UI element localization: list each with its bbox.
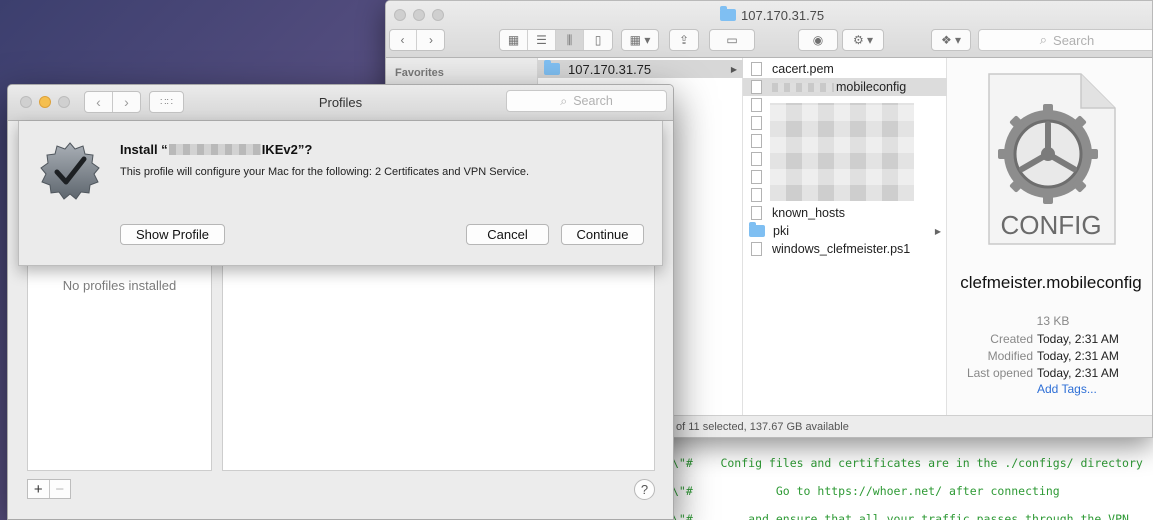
redacted-filenames [770,103,914,201]
sheet-title-prefix: Install “ [120,142,168,157]
column-item-label: 107.170.31.75 [568,61,652,77]
cancel-button[interactable]: Cancel [466,224,549,245]
search-placeholder: Search [1053,32,1095,48]
back-icon[interactable]: ‹ [389,30,417,50]
disclosure-arrow-icon: ▶ [730,64,737,74]
document-icon [751,98,762,112]
meta-created-label: Created [990,332,1033,346]
redacted-text [772,82,834,92]
disclosure-arrow-icon: ▶ [934,226,941,236]
help-button[interactable]: ? [634,479,655,500]
window-title: 107.170.31.75 [720,6,824,24]
document-icon [751,116,762,130]
search-placeholder: Search [573,94,613,108]
share-button[interactable]: ⇪ [669,29,699,51]
file-item[interactable]: known_hosts [743,204,947,222]
empty-state-text: No profiles installed [62,278,177,293]
file-item-selected[interactable]: mobileconfig [743,78,947,96]
preview-size: 13 KB [1036,314,1070,328]
file-name: pki [773,224,789,238]
search-icon: ⌕ [560,93,568,108]
folder-icon [749,222,765,237]
file-name: mobileconfig [836,80,907,94]
finder-toolbar: 107.170.31.75 ‹ › ▦ ☰ ⫼ ▯ ▦ ▾ ⇪ ▭ ◉ ⚙ ▾ … [386,1,1152,58]
config-file-icon [751,80,762,94]
document-icon [751,152,762,166]
folder-item[interactable]: pki ▶ [743,222,947,240]
file-name: known_hosts [772,206,845,220]
arrange-icon: ▦ ▾ [629,33,651,47]
add-tags-link[interactable]: Add Tags... [1037,382,1097,396]
file-item[interactable]: cacert.pem [743,60,947,78]
redacted-text [168,144,261,155]
document-icon [751,134,762,148]
search-icon: ⌕ [1039,32,1048,47]
file-item[interactable]: windows_clefmeister.ps1 [743,240,947,258]
profiles-titlebar: ‹ › ∷∷ Profiles ⌕ Search [8,85,673,121]
forward-icon[interactable]: › [417,30,445,50]
zoom-button[interactable] [432,9,444,21]
profiles-list[interactable]: No profiles installed [27,261,212,471]
dropbox-button[interactable]: ❖ ▾ [931,29,971,51]
document-icon [751,62,762,76]
close-button[interactable] [394,9,406,21]
view-mode-control[interactable]: ▦ ☰ ⫼ ▯ [499,29,613,51]
meta-modified-value: Today, 2:31 AM [1037,349,1119,363]
window-title-text: 107.170.31.75 [741,7,825,23]
meta-opened-label: Last opened [966,366,1033,380]
file-name: windows_clefmeister.ps1 [772,242,911,256]
profiles-window: ‹ › ∷∷ Profiles ⌕ Search No profiles ins… [7,84,674,520]
verified-badge-icon [40,142,100,200]
file-name: cacert.pem [772,62,834,76]
gallery-view-icon[interactable]: ▯ [584,30,612,50]
document-icon [751,206,762,220]
document-icon [751,170,762,184]
gear-icon: ⚙ ▾ [852,33,874,47]
meta-modified-label: Modified [987,349,1033,363]
minimize-button[interactable] [413,9,425,21]
folder-icon [720,6,736,21]
icon-view-icon[interactable]: ▦ [500,30,528,50]
config-file-icon: CONFIG [988,73,1116,245]
action-button[interactable]: ⚙ ▾ [842,29,884,51]
list-view-icon[interactable]: ☰ [528,30,556,50]
column-view-icon[interactable]: ⫼ [556,30,584,50]
back-forward-buttons[interactable]: ‹ › [389,29,445,51]
sheet-description: This profile will configure your Mac for… [120,166,530,178]
profiles-search-input[interactable]: ⌕ Search [506,90,667,112]
folder-icon [544,60,560,75]
sheet-title: Install “ IKEv2”? [120,142,312,157]
tags-button[interactable]: ▭ [709,29,755,51]
terminal-line: \"# and ensure that all your traffic pas… [672,512,1129,520]
sidebar-heading: Favorites [395,67,444,79]
finder-search-input[interactable]: ⌕ Search [978,29,1152,51]
document-icon [751,242,762,256]
quicklook-button[interactable]: ◉ [798,29,838,51]
config-icon-label: CONFIG [1000,210,1101,240]
add-remove-control[interactable]: + − [27,479,71,499]
continue-button[interactable]: Continue [561,224,644,245]
eye-icon: ◉ [812,33,824,47]
preview-filename: clefmeister.mobileconfig [953,272,1149,293]
terminal-line: \"# Go to https://whoer.net/ after conne… [672,484,1060,498]
status-text: of 11 selected, 137.67 GB available [676,420,849,433]
remove-profile-button[interactable]: − [50,480,71,498]
meta-created-value: Today, 2:31 AM [1037,332,1119,346]
sheet-title-suffix: IKEv2”? [261,142,313,157]
preview-filename-text: clefmeister.mobileconfig [960,273,1142,292]
dropbox-icon: ❖ ▾ [940,33,962,47]
show-profile-button[interactable]: Show Profile [120,224,225,245]
document-icon [751,188,762,202]
terminal-line: \"# Config files and certificates are in… [672,456,1143,470]
meta-opened-value: Today, 2:31 AM [1037,366,1119,380]
tag-icon: ▭ [726,33,738,47]
install-profile-sheet: Install “ IKEv2”? This profile will conf… [18,121,663,266]
arrange-button[interactable]: ▦ ▾ [621,29,659,51]
column-item-selected[interactable]: 107.170.31.75 ▶ [538,60,743,78]
add-profile-button[interactable]: + [28,480,50,498]
profile-detail-pane [222,261,655,471]
file-preview-pane: CONFIG clefmeister.mobileconfig 13 KB Cr… [947,58,1152,437]
share-icon: ⇪ [678,33,690,47]
